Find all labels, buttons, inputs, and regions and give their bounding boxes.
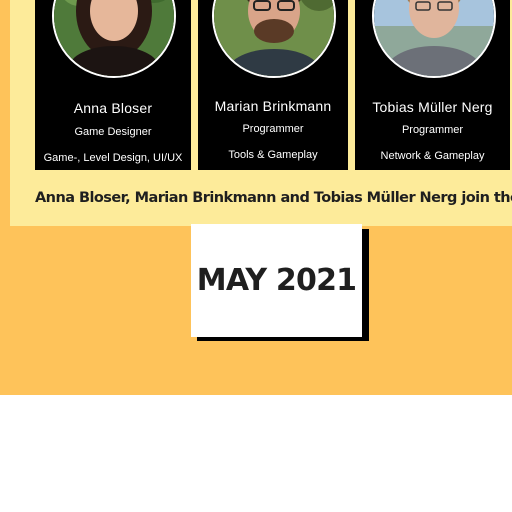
- team-card-anna: Anna Bloser Game Designer Game-, Level D…: [35, 0, 191, 170]
- timeline-date: MAY 2021: [196, 263, 357, 298]
- avatar: [212, 0, 336, 78]
- avatar: [371, 0, 496, 78]
- member-name: Marian Brinkmann: [214, 98, 332, 114]
- member-focus: Network & Gameplay: [380, 150, 485, 162]
- timeline-date-box: MAY 2021: [191, 224, 362, 337]
- avatar: [52, 0, 176, 78]
- member-role: Programmer: [401, 124, 464, 136]
- team-card-marian: Marian Brinkmann Programmer Tools & Game…: [198, 0, 348, 170]
- member-name: Tobias Müller Nerg: [372, 99, 493, 115]
- team-card-tobias: Tobias Müller Nerg Programmer Network & …: [355, 0, 510, 170]
- member-name: Anna Bloser: [73, 100, 153, 116]
- member-focus: Tools & Gameplay: [228, 149, 318, 161]
- member-focus: Game-, Level Design, UI/UX: [43, 152, 183, 164]
- member-role: Game Designer: [74, 126, 152, 138]
- member-role: Programmer: [242, 123, 304, 135]
- team-announcement-caption: Anna Bloser, Marian Brinkmann and Tobias…: [35, 190, 512, 206]
